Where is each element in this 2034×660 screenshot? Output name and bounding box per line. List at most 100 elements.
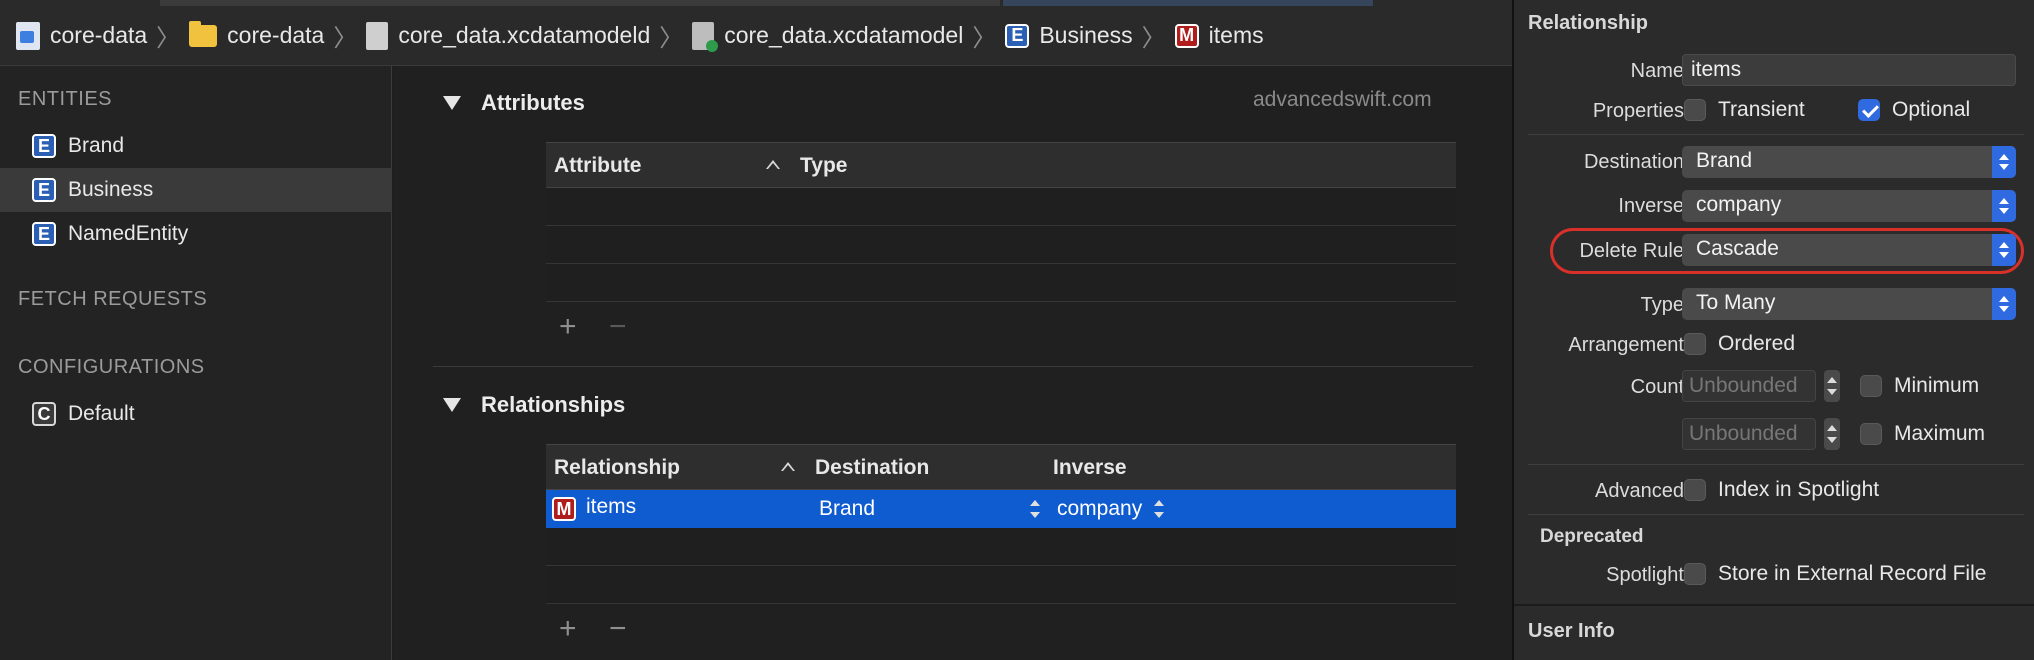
inverse-popup-arrows-icon[interactable] [1154,499,1164,519]
minimum-count-field[interactable]: Unbounded [1682,370,1816,402]
breadcrumb-item-relationship[interactable]: M items [1174,22,1264,49]
popup-value: company [1696,193,1782,216]
index-in-spotlight-checkbox[interactable]: Index in Spotlight [1684,478,1879,502]
disclosure-triangle-icon [443,398,461,412]
breadcrumb-label: core_data.xcdatamodeld [398,22,651,48]
popup-arrows-icon [1992,234,2016,266]
breadcrumb-item-datamodel[interactable]: core_data.xcdatamodel [692,21,964,52]
breadcrumb-item-project[interactable]: core-data [16,21,147,50]
entity-editor: Attributes advancedswift.com Attribute T… [393,66,1512,660]
store-external-record-checkbox[interactable]: Store in External Record File [1684,562,1986,586]
minimum-count-stepper[interactable] [1824,370,1840,402]
checkbox-label: Minimum [1894,374,1980,397]
separator [1528,514,2024,515]
breadcrumb-item-datamodeld[interactable]: core_data.xcdatamodeld [366,21,651,50]
column-header-relationship[interactable]: Relationship [554,456,680,480]
user-info-title[interactable]: User Info [1528,620,1615,643]
sidebar-item-default[interactable]: C Default [0,392,392,436]
table-row [546,226,1456,264]
properties-label: Properties [1592,100,1684,122]
entity-icon: E [1005,23,1030,48]
maximum-count-field[interactable]: Unbounded [1682,418,1816,450]
inspector-title: Relationship [1528,12,1649,34]
minimum-checkbox[interactable]: Minimum [1860,374,1979,398]
xcode-project-icon [16,21,40,50]
delete-rule-label: Delete Rule [1579,240,1684,262]
table-row [546,188,1456,226]
chevron-right-icon: 〉 [156,25,181,52]
remove-relationship-button[interactable]: − [609,612,627,646]
checkbox-label: Ordered [1718,332,1796,355]
transient-checkbox[interactable]: Transient [1684,98,1805,122]
entity-icon: E [32,222,56,246]
entity-icon: E [32,178,56,202]
checkbox-box [1684,99,1706,121]
remove-attribute-button[interactable]: − [609,310,627,344]
breadcrumb-label: core-data [227,22,325,48]
sidebar-item-brand[interactable]: E Brand [0,124,392,168]
breadcrumb-label: core_data.xcdatamodel [724,22,964,48]
watermark: advancedswift.com [1253,88,1432,111]
configuration-icon: C [32,402,56,426]
chevron-right-icon: 〉 [333,25,358,52]
checkbox-box [1860,375,1882,397]
type-label: Type [1640,294,1684,316]
disclosure-triangle-icon [443,96,461,110]
sidebar-item-label: Brand [68,134,125,157]
section-divider [433,366,1473,367]
destination-cell[interactable]: Brand [819,497,875,521]
spotlight-label: Spotlight [1606,564,1684,586]
table-row [546,566,1456,604]
data-model-inspector: Relationship Name items Properties Trans… [1512,0,2034,660]
advanced-label: Advanced [1595,480,1684,502]
inverse-label: Inverse [1618,195,1684,217]
column-header-type[interactable]: Type [800,154,847,178]
datamodel-icon [692,21,719,52]
xcode-window: core-data 〉 core-data 〉 core_data.xcdata… [0,0,2034,660]
chevron-right-icon: 〉 [1141,25,1166,52]
relationship-name-cell[interactable]: items [586,495,636,519]
add-attribute-button[interactable]: + [559,310,577,344]
relationship-icon: M [1174,23,1199,48]
name-field[interactable]: items [1682,54,2016,86]
maximum-checkbox[interactable]: Maximum [1860,422,1985,446]
destination-popup[interactable]: Brand [1682,146,2016,178]
entities-section-title: ENTITIES [18,88,113,110]
destination-label: Destination [1583,151,1684,173]
attributes-table[interactable]: Attribute Type [546,142,1456,302]
fetch-requests-section-title: FETCH REQUESTS [18,288,208,310]
table-header: Attribute Type [546,142,1456,188]
breadcrumb-label: items [1208,22,1264,48]
inverse-popup[interactable]: company [1682,190,2016,222]
inverse-cell[interactable]: company [1057,497,1142,521]
sidebar-item-business[interactable]: E Business [0,168,392,212]
destination-popup-arrows-icon[interactable] [1030,499,1040,519]
add-relationship-button[interactable]: + [559,612,577,646]
breadcrumb-label: Business [1039,22,1133,48]
jump-bar: core-data 〉 core-data 〉 core_data.xcdata… [0,0,1512,66]
column-header-inverse[interactable]: Inverse [1053,456,1127,480]
relationships-table[interactable]: Relationship Destination Inverse M items… [546,444,1456,604]
count-label: Count [1630,376,1684,398]
model-outline-sidebar: ENTITIES E Brand E Business E NamedEntit… [0,66,392,660]
breadcrumb-item-folder[interactable]: core-data [189,20,325,49]
type-popup[interactable]: To Many [1682,288,2016,320]
checkbox-box [1860,423,1882,445]
relationships-section-header[interactable]: Relationships [443,392,625,418]
column-header-destination[interactable]: Destination [815,456,929,480]
breadcrumb-item-entity[interactable]: E Business [1005,22,1133,49]
column-header-attribute[interactable]: Attribute [554,154,642,178]
relationship-icon: M [552,497,576,521]
separator [1514,604,2034,606]
maximum-count-stepper[interactable] [1824,418,1840,450]
datamodeld-icon [366,21,389,50]
sidebar-item-namedentity[interactable]: E NamedEntity [0,212,392,256]
checkmark-icon [1858,99,1880,121]
table-row[interactable]: M items Brand company [546,490,1456,528]
delete-rule-popup[interactable]: Cascade [1682,234,2016,266]
table-header: Relationship Destination Inverse [546,444,1456,490]
optional-checkbox[interactable]: Optional [1858,98,1970,122]
separator [1528,134,2024,135]
ordered-checkbox[interactable]: Ordered [1684,332,1795,356]
attributes-section-header[interactable]: Attributes [443,90,585,116]
